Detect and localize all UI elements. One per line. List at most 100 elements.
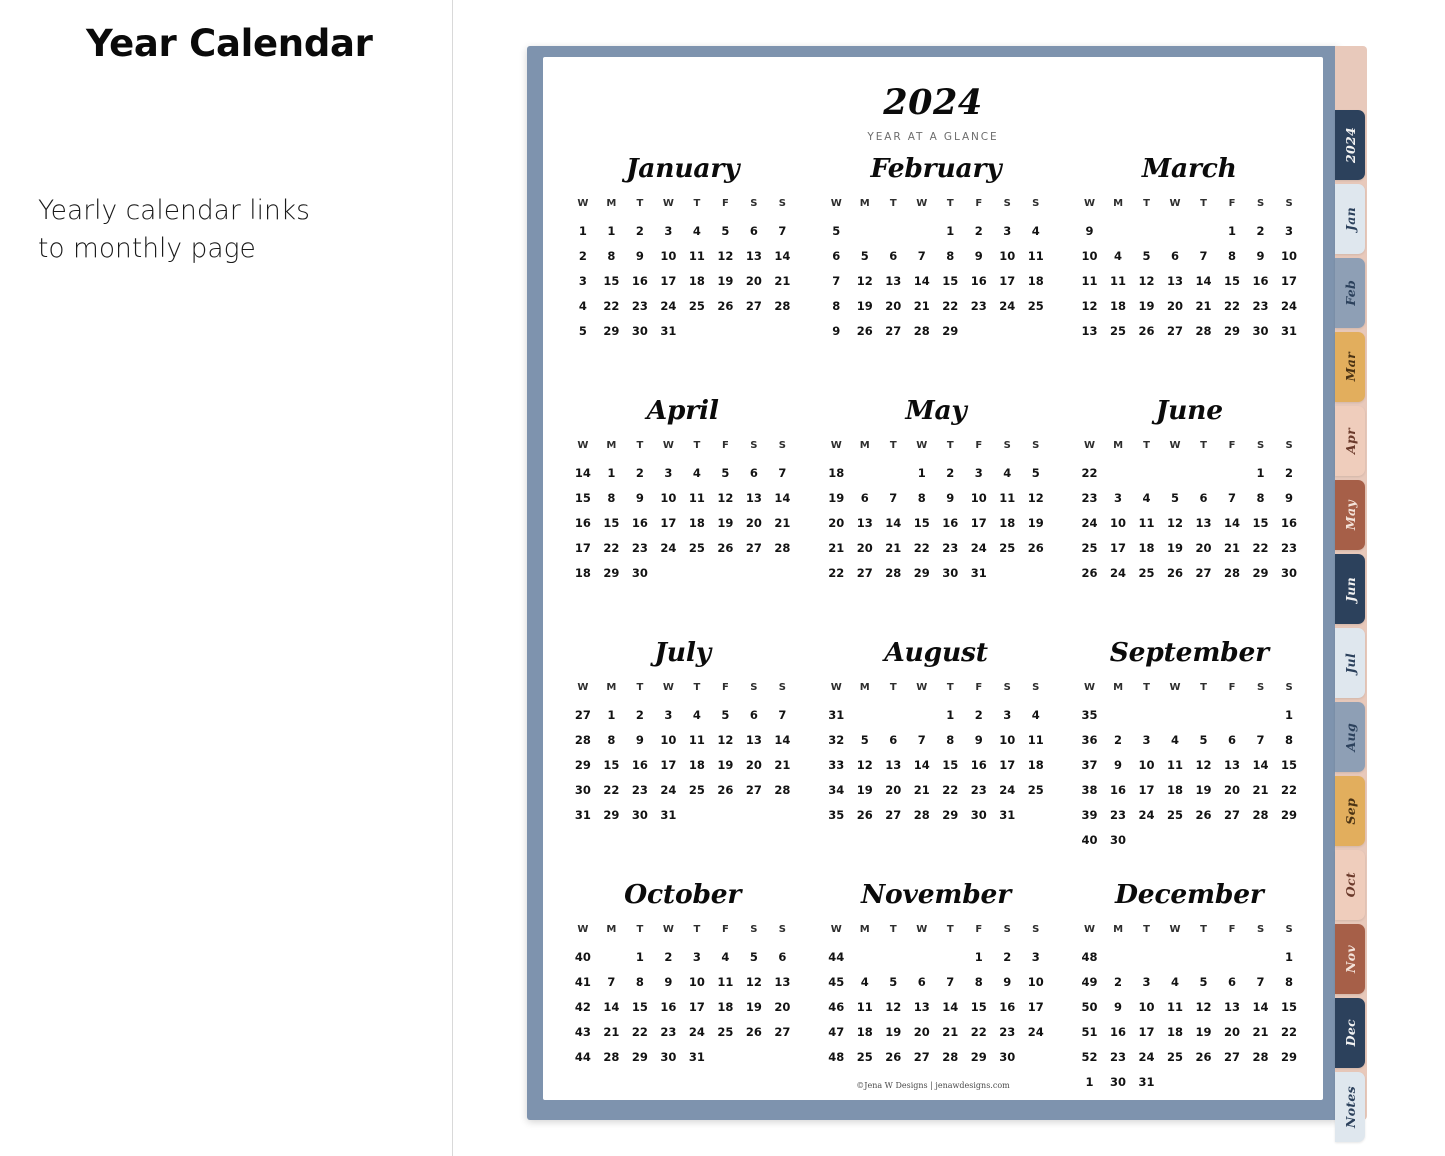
day-cell[interactable]: 16 [1104, 1019, 1133, 1044]
day-cell[interactable]: 14 [768, 727, 797, 752]
day-cell[interactable]: 2 [626, 218, 655, 243]
day-cell[interactable]: 12 [850, 268, 879, 293]
day-cell[interactable]: 24 [1132, 1044, 1161, 1069]
day-cell[interactable]: 25 [683, 777, 712, 802]
day-cell[interactable]: 24 [1132, 802, 1161, 827]
day-cell[interactable]: 27 [1218, 1044, 1247, 1069]
day-cell[interactable]: 14 [907, 268, 936, 293]
month-name[interactable]: March [1067, 153, 1312, 184]
day-cell[interactable]: 10 [964, 485, 993, 510]
day-cell[interactable]: 29 [936, 802, 965, 827]
month-name[interactable]: November [813, 879, 1058, 910]
day-cell[interactable]: 22 [1246, 535, 1275, 560]
side-tab-jul[interactable]: Jul [1335, 628, 1365, 698]
day-cell[interactable]: 23 [1104, 1044, 1133, 1069]
day-cell[interactable]: 26 [1021, 535, 1050, 560]
day-cell[interactable]: 16 [964, 752, 993, 777]
day-cell[interactable]: 29 [1275, 802, 1304, 827]
day-cell[interactable]: 8 [964, 969, 993, 994]
day-cell[interactable]: 13 [1189, 510, 1218, 535]
day-cell[interactable]: 15 [1246, 510, 1275, 535]
day-cell[interactable]: 2 [1104, 727, 1133, 752]
day-cell[interactable]: 23 [654, 1019, 683, 1044]
day-cell[interactable]: 14 [1246, 994, 1275, 1019]
side-tab-may[interactable]: May [1335, 480, 1365, 550]
day-cell[interactable]: 1 [1275, 944, 1304, 969]
day-cell[interactable]: 15 [1275, 752, 1304, 777]
month-block-may[interactable]: May W M T W T F S S 18 1 2 3 4 5 19 6 7 8 9 10 11 12 20 13 14 15 16… [813, 395, 1058, 637]
month-name[interactable]: August [813, 637, 1058, 668]
day-cell[interactable]: 9 [1104, 994, 1133, 1019]
day-cell[interactable]: 31 [683, 1044, 712, 1069]
day-cell[interactable]: 20 [879, 293, 908, 318]
day-cell[interactable]: 14 [936, 994, 965, 1019]
side-tab-dec[interactable]: Dec [1335, 998, 1365, 1068]
day-cell[interactable]: 28 [1189, 318, 1218, 343]
day-cell[interactable]: 12 [1189, 994, 1218, 1019]
day-cell[interactable]: 4 [683, 218, 712, 243]
day-cell[interactable]: 26 [879, 1044, 908, 1069]
day-cell[interactable]: 28 [936, 1044, 965, 1069]
day-cell[interactable]: 31 [964, 560, 993, 585]
day-cell[interactable]: 17 [1021, 994, 1050, 1019]
day-cell[interactable]: 2 [626, 460, 655, 485]
day-cell[interactable]: 2 [626, 702, 655, 727]
day-cell[interactable]: 28 [1218, 560, 1247, 585]
day-cell[interactable]: 3 [993, 218, 1022, 243]
day-cell[interactable]: 27 [1189, 560, 1218, 585]
day-cell[interactable]: 22 [936, 777, 965, 802]
day-cell[interactable]: 12 [711, 485, 740, 510]
day-cell[interactable]: 25 [711, 1019, 740, 1044]
day-cell[interactable]: 11 [1161, 752, 1190, 777]
day-cell[interactable]: 30 [1104, 827, 1133, 852]
day-cell[interactable]: 21 [907, 777, 936, 802]
day-cell[interactable]: 15 [1275, 994, 1304, 1019]
day-cell[interactable]: 21 [768, 510, 797, 535]
day-cell[interactable]: 28 [907, 318, 936, 343]
day-cell[interactable]: 15 [597, 510, 626, 535]
day-cell[interactable]: 18 [683, 268, 712, 293]
month-name[interactable]: December [1067, 879, 1312, 910]
day-cell[interactable]: 16 [654, 994, 683, 1019]
day-cell[interactable]: 19 [1189, 1019, 1218, 1044]
day-cell[interactable]: 2 [964, 702, 993, 727]
day-cell[interactable]: 16 [626, 752, 655, 777]
day-cell[interactable]: 26 [850, 802, 879, 827]
day-cell[interactable]: 14 [1246, 752, 1275, 777]
day-cell[interactable]: 23 [626, 535, 655, 560]
day-cell[interactable]: 8 [936, 243, 965, 268]
day-cell[interactable]: 10 [1275, 243, 1304, 268]
day-cell[interactable]: 27 [879, 802, 908, 827]
day-cell[interactable]: 18 [1021, 268, 1050, 293]
day-cell[interactable]: 3 [1132, 727, 1161, 752]
day-cell[interactable]: 19 [850, 777, 879, 802]
day-cell[interactable]: 14 [879, 510, 908, 535]
day-cell[interactable]: 12 [711, 243, 740, 268]
month-name[interactable]: January [560, 153, 805, 184]
day-cell[interactable]: 24 [1275, 293, 1304, 318]
day-cell[interactable]: 1 [1218, 218, 1247, 243]
day-cell[interactable]: 20 [1161, 293, 1190, 318]
day-cell[interactable]: 26 [1189, 802, 1218, 827]
day-cell[interactable]: 21 [1246, 777, 1275, 802]
day-cell[interactable]: 3 [654, 218, 683, 243]
day-cell[interactable]: 18 [1161, 777, 1190, 802]
day-cell[interactable]: 6 [740, 702, 769, 727]
day-cell[interactable]: 29 [597, 802, 626, 827]
day-cell[interactable]: 17 [654, 752, 683, 777]
day-cell[interactable]: 28 [768, 535, 797, 560]
day-cell[interactable]: 16 [1275, 510, 1304, 535]
day-cell[interactable]: 5 [711, 218, 740, 243]
day-cell[interactable]: 28 [768, 777, 797, 802]
day-cell[interactable]: 13 [850, 510, 879, 535]
day-cell[interactable]: 13 [879, 752, 908, 777]
month-block-april[interactable]: April W M T W T F S S 14 1 2 3 4 5 6 7 15 8 9 10 11 12 13 14 16 15… [560, 395, 805, 637]
day-cell[interactable]: 30 [1275, 560, 1304, 585]
day-cell[interactable]: 4 [1104, 243, 1133, 268]
day-cell[interactable]: 17 [1104, 535, 1133, 560]
day-cell[interactable]: 31 [654, 318, 683, 343]
day-cell[interactable]: 13 [768, 969, 797, 994]
day-cell[interactable]: 24 [683, 1019, 712, 1044]
day-cell[interactable]: 4 [1021, 218, 1050, 243]
day-cell[interactable]: 27 [740, 777, 769, 802]
